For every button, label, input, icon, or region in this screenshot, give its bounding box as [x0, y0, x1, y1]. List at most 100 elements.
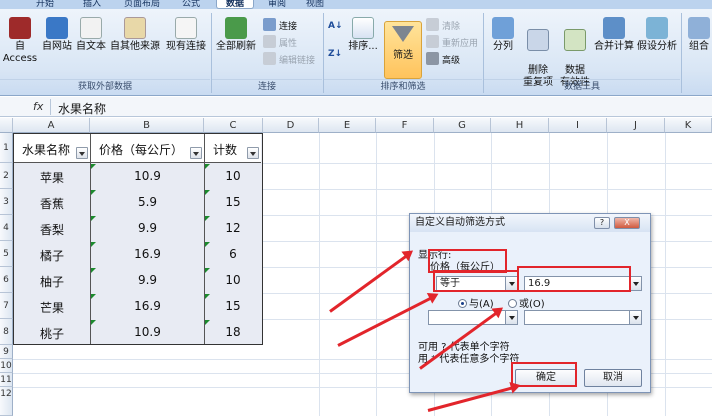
column-header[interactable]: A	[13, 118, 90, 133]
row-header[interactable]: 2	[0, 163, 13, 189]
number-as-text-marker	[91, 268, 96, 273]
row-header[interactable]: 1	[0, 133, 13, 163]
cell-price[interactable]: 10.9	[91, 325, 204, 339]
from-web-button[interactable]: 自网站	[40, 17, 74, 53]
cell-fruit-name[interactable]: 柚子	[14, 273, 90, 290]
number-as-text-marker	[205, 190, 210, 195]
column-header[interactable]: K	[665, 118, 712, 133]
cell-price[interactable]: 16.9	[91, 299, 204, 313]
number-as-text-marker	[91, 216, 96, 221]
what-if-analysis-button[interactable]: 假设分析	[636, 17, 678, 53]
cell-count[interactable]: 10	[205, 273, 261, 287]
column-header[interactable]: B	[90, 118, 204, 133]
column-header[interactable]: F	[376, 118, 434, 133]
cell-count[interactable]: 10	[205, 169, 261, 183]
tab-home[interactable]: 开始	[30, 0, 60, 9]
row-header[interactable]: 10	[0, 359, 13, 373]
tab-view[interactable]: 视图	[300, 0, 330, 9]
cell-count[interactable]: 18	[205, 325, 261, 339]
tab-page-layout[interactable]: 页面布局	[117, 0, 167, 9]
cell-fruit-name[interactable]: 香蕉	[14, 195, 90, 212]
chevron-down-icon[interactable]	[505, 311, 517, 324]
select-all-corner[interactable]	[0, 118, 13, 133]
cell-price[interactable]: 10.9	[91, 169, 204, 183]
tab-insert[interactable]: 插入	[77, 0, 107, 9]
column-header[interactable]: D	[263, 118, 319, 133]
connections-button[interactable]: 连接	[263, 18, 297, 32]
tab-review[interactable]: 审阅	[262, 0, 292, 9]
advanced-filter-button[interactable]: 高级	[426, 52, 460, 66]
from-text-button[interactable]: 自文本	[75, 17, 107, 53]
chevron-down-icon[interactable]	[629, 311, 641, 324]
cancel-button[interactable]: 取消	[584, 369, 642, 387]
row-header[interactable]: 8	[0, 319, 13, 345]
remove-duplicates-icon	[527, 29, 549, 51]
consolidate-icon	[603, 17, 625, 39]
column-header[interactable]: G	[434, 118, 491, 133]
reapply-button[interactable]: 重新应用	[426, 35, 478, 49]
cell-count[interactable]: 15	[205, 195, 261, 209]
row-header[interactable]: 5	[0, 241, 13, 267]
radio-on-icon	[458, 299, 467, 308]
row-header[interactable]: 3	[0, 189, 13, 215]
column-header[interactable]: J	[607, 118, 665, 133]
consolidate-button[interactable]: 合并计算	[594, 17, 634, 53]
from-access-button[interactable]: 自 Access	[2, 17, 38, 65]
number-as-text-marker	[205, 268, 210, 273]
clear-filter-button[interactable]: 清除	[426, 18, 460, 32]
row-header[interactable]: 11	[0, 373, 13, 387]
autofilter-dropdown-icon[interactable]	[76, 147, 88, 159]
sort-descending-icon[interactable]: Z↓	[328, 49, 342, 59]
tab-formulas[interactable]: 公式	[176, 0, 206, 9]
row-header[interactable]: 9	[0, 345, 13, 359]
cell-price[interactable]: 9.9	[91, 273, 204, 287]
criteria2-value-input[interactable]	[524, 310, 642, 325]
help-button[interactable]: ?	[594, 217, 610, 229]
column-header[interactable]: E	[319, 118, 376, 133]
sort-ascending-icon[interactable]: A↓	[328, 21, 343, 31]
row-header[interactable]: 4	[0, 215, 13, 241]
insert-function-icon[interactable]: fx	[33, 100, 43, 113]
row-header[interactable]: 12	[0, 387, 13, 416]
cell-fruit-name[interactable]: 桃子	[14, 325, 90, 342]
text-to-columns-button[interactable]: 分列	[486, 17, 520, 53]
cell-count[interactable]: 12	[205, 221, 261, 235]
edit-links-button[interactable]: 编辑链接	[263, 52, 315, 66]
existing-connections-button[interactable]: 现有连接	[164, 17, 208, 53]
cell-fruit-name[interactable]: 香梨	[14, 221, 90, 238]
number-as-text-marker	[91, 242, 96, 247]
formula-input[interactable]: 水果名称	[58, 100, 106, 117]
or-option[interactable]: 或(O)	[508, 295, 545, 310]
cell-count[interactable]: 15	[205, 299, 261, 313]
close-button[interactable]: X	[614, 217, 640, 229]
filter-button[interactable]: 筛选	[384, 21, 422, 79]
cell-fruit-name[interactable]: 芒果	[14, 299, 90, 316]
cell-count[interactable]: 6	[205, 247, 261, 261]
cell-fruit-name[interactable]: 苹果	[14, 169, 90, 186]
row-header[interactable]: 7	[0, 293, 13, 319]
header-cell-fruit-name[interactable]: 水果名称	[14, 141, 78, 158]
properties-button[interactable]: 属性	[263, 35, 297, 49]
autofilter-dropdown-icon[interactable]	[247, 147, 259, 159]
row-header[interactable]: 6	[0, 267, 13, 293]
from-other-sources-button[interactable]: 自其他来源	[109, 17, 161, 53]
cell-fruit-name[interactable]: 橘子	[14, 247, 90, 264]
header-cell-price[interactable]: 价格（每公斤）	[91, 141, 191, 158]
tab-data[interactable]: 数据	[216, 0, 254, 9]
and-option[interactable]: 与(A)	[458, 295, 494, 310]
header-cell-count[interactable]: 计数	[205, 141, 245, 158]
sort-button[interactable]: 排序...	[346, 17, 380, 53]
column-header[interactable]: H	[491, 118, 549, 133]
group-label-data-tools: 数据工具	[484, 79, 680, 93]
cell-price[interactable]: 16.9	[91, 247, 204, 261]
group-button[interactable]: 组合	[686, 17, 712, 53]
column-header[interactable]: C	[204, 118, 263, 133]
advanced-filter-icon	[426, 52, 439, 65]
cell-price[interactable]: 9.9	[91, 221, 204, 235]
data-table: 水果名称 价格（每公斤） 计数 苹果 10.9 10 香蕉 5.9 15 香梨 …	[13, 133, 263, 345]
other-sources-icon	[124, 17, 146, 39]
autofilter-dropdown-icon[interactable]	[190, 147, 202, 159]
cell-price[interactable]: 5.9	[91, 195, 204, 209]
refresh-all-button[interactable]: 全部刷新	[214, 17, 258, 53]
column-header[interactable]: I	[549, 118, 607, 133]
